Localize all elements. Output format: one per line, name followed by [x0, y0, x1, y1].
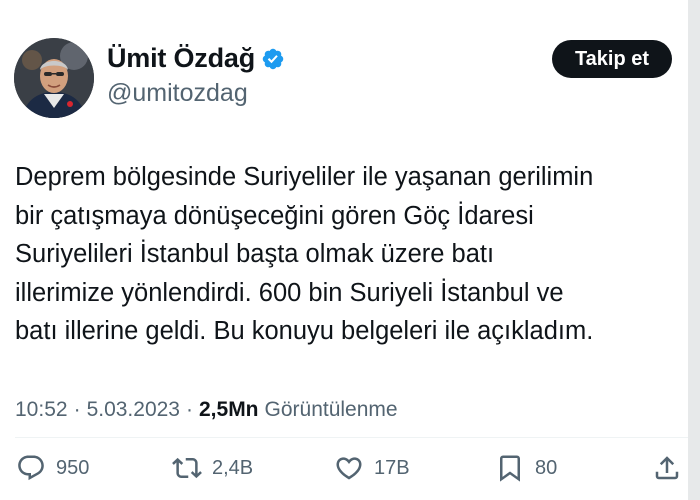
like-icon	[336, 457, 362, 480]
meta-separator: ·	[73, 398, 81, 421]
avatar-image	[14, 38, 94, 118]
bookmark-count: 80	[535, 456, 558, 479]
tweet-meta: 10:52 · 5.03.2023 · 2,5Mn Görüntülenme	[15, 398, 398, 422]
retweet-icon	[172, 457, 202, 479]
tweet-text-line: illerimize yönlendirdi. 600 bin Suriyeli…	[15, 278, 564, 307]
share-icon	[655, 456, 679, 480]
verified-badge-icon	[261, 47, 285, 71]
tweet-text-line: batı illerine geldi. Bu konuyu belgeleri…	[15, 317, 594, 345]
reply-icon	[18, 455, 44, 481]
tweet-text-line: Suriyelileri İstanbul başta olmak üzere …	[15, 240, 495, 268]
author-name-row: Ümit Özdağ	[107, 41, 285, 75]
author-handle[interactable]: @umitozdag	[107, 79, 248, 108]
tweet-text-line: bir çatışmaya dönüşeceğini gören Göç İda…	[15, 201, 534, 230]
bookmark-button[interactable]: 80	[495, 453, 557, 483]
reply-button[interactable]: 950	[16, 453, 89, 483]
author-name[interactable]: Ümit Özdağ	[107, 43, 255, 74]
views-count: 2,5Mn	[199, 398, 259, 421]
tweet-text: Deprem bölgesinde Suriyeliler ile yaşana…	[15, 158, 683, 351]
reply-count: 950	[56, 456, 90, 479]
like-count: 17B	[374, 456, 410, 479]
bookmark-icon	[500, 455, 520, 482]
share-button[interactable]	[652, 453, 682, 483]
tweet-card: Ümit Özdağ @umitozdag Takip et Deprem bö…	[0, 0, 700, 500]
like-button[interactable]: 17B	[334, 453, 410, 483]
follow-button[interactable]: Takip et	[552, 40, 672, 78]
views-label: Görüntülenme	[264, 398, 398, 421]
tweet-date[interactable]: 5.03.2023	[87, 398, 180, 422]
tweet-time[interactable]: 10:52	[15, 398, 68, 422]
scrollbar-track	[688, 0, 700, 500]
tweet-text-line: Deprem bölgesinde Suriyeliler ile yaşana…	[15, 163, 594, 191]
divider	[15, 437, 688, 438]
retweet-button[interactable]: 2,4B	[172, 453, 253, 483]
avatar[interactable]	[14, 38, 94, 118]
retweet-count: 2,4B	[212, 456, 254, 479]
meta-separator: ·	[186, 398, 193, 421]
